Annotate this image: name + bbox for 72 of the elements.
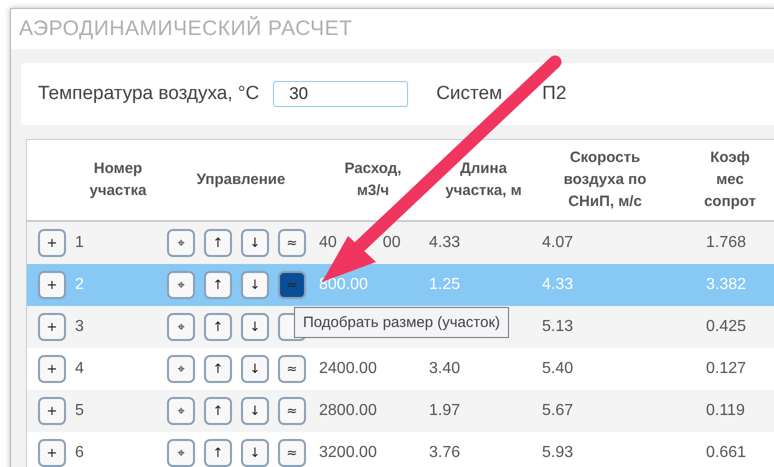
control-button[interactable]: ↓: [241, 355, 269, 383]
control-button[interactable]: ↑: [204, 229, 232, 257]
control-button[interactable]: ↓: [241, 229, 269, 257]
table-cell-text: 1.25: [428, 276, 462, 294]
control-button[interactable]: ↓: [241, 439, 269, 467]
table-cell: 40: [319, 234, 337, 252]
table-cell-text: 0.425: [705, 318, 748, 336]
control-button[interactable]: ↑: [204, 271, 232, 299]
control-button[interactable]: ⌖: [167, 439, 195, 467]
control-button[interactable]: ↓: [241, 313, 269, 341]
control-button[interactable]: ≈: [278, 229, 306, 257]
tooltip: Подобрать размер (участок): [294, 307, 509, 338]
control-button[interactable]: ⌖: [167, 229, 195, 257]
table-cell-text: 3.40: [428, 360, 462, 378]
table-cell: 2800.00: [319, 402, 377, 420]
table-cell: 3200.00: [319, 444, 377, 462]
control-button[interactable]: ⌖: [167, 313, 195, 341]
control-button[interactable]: ↑: [204, 313, 232, 341]
table-cell-text: 5.13: [541, 318, 574, 336]
column-header: Расход, м3/ч: [344, 159, 402, 201]
column-header: Скорость воздуха по СНиП, м/с: [564, 148, 646, 212]
column-header: Номер участка: [90, 159, 146, 201]
table-cell-text: 0.119: [705, 402, 746, 420]
column-header: Коэф мес сопрот: [704, 148, 756, 212]
table-cell-text: 3: [74, 318, 85, 336]
add-button[interactable]: +: [38, 271, 66, 299]
control-button[interactable]: ⌖: [167, 355, 195, 383]
add-button[interactable]: +: [38, 313, 66, 341]
system-label: Систем: [436, 83, 502, 105]
table-cell-text: 4.33: [541, 276, 574, 294]
table-cell-text: 5.40: [541, 360, 574, 378]
table-cell-text: 5.67: [541, 402, 574, 420]
temperature-field[interactable]: 30: [273, 81, 408, 107]
table-cell-text: 5.93: [541, 444, 574, 462]
table-cell-text: 6: [74, 444, 85, 462]
window-title: АЭРОДИНАМИЧЕСКИЙ РАСЧЕТ: [19, 17, 353, 41]
table-cell-text: 4: [74, 360, 85, 378]
table-cell-text: 3.76: [428, 444, 462, 462]
table-cell-text: 3.382: [705, 276, 748, 294]
table-cell-text: 1.768: [705, 234, 748, 252]
table-row[interactable]: + 1 ⌖ ↑ ↓ ≈ 40 00 4.33 4.07 1.768: [27, 222, 774, 264]
table-cell-text: 4.33: [428, 234, 462, 252]
add-button[interactable]: +: [38, 229, 66, 257]
table-cell-text: 0.661: [705, 444, 748, 462]
add-button[interactable]: +: [38, 355, 66, 383]
control-button[interactable]: ⌖: [167, 271, 195, 299]
table-cell-text: 5: [74, 402, 85, 420]
control-button[interactable]: ≈: [278, 397, 306, 425]
control-button[interactable]: ↑: [204, 439, 232, 467]
control-button[interactable]: ↓: [241, 271, 269, 299]
control-button[interactable]: ⌖: [167, 397, 195, 425]
table-row[interactable]: + 2 ⌖ ↑ ↓ ≈ 800.00 1.25 4.33 3.382: [27, 264, 774, 306]
table-cell: 2400.00: [319, 360, 377, 378]
table-cell-text: 4.07: [541, 234, 574, 252]
table-cell-text: 1: [74, 234, 85, 252]
temperature-label: Температура воздуха, °C: [38, 83, 260, 105]
add-button[interactable]: +: [38, 397, 66, 425]
table-cell: 800.00: [319, 276, 368, 294]
control-button[interactable]: ↑: [204, 355, 232, 383]
table-cell-text: 0.127: [705, 360, 748, 378]
control-button[interactable]: ↑: [204, 397, 232, 425]
table-cell-text: 1.97: [428, 402, 462, 420]
column-header: Управление: [196, 170, 286, 190]
table-cell-text: 2: [74, 276, 85, 294]
control-button[interactable]: ≈: [278, 355, 306, 383]
system-label: П2: [542, 83, 566, 105]
column-header: Длина участка, м: [445, 159, 522, 201]
add-button[interactable]: +: [38, 439, 66, 467]
control-button[interactable]: ↓: [241, 397, 269, 425]
control-button[interactable]: ≈: [278, 439, 306, 467]
table-cell: 00: [382, 234, 401, 252]
table-row[interactable]: + 5 ⌖ ↑ ↓ ≈ 2800.00 1.97 5.67 0.119: [27, 390, 774, 432]
